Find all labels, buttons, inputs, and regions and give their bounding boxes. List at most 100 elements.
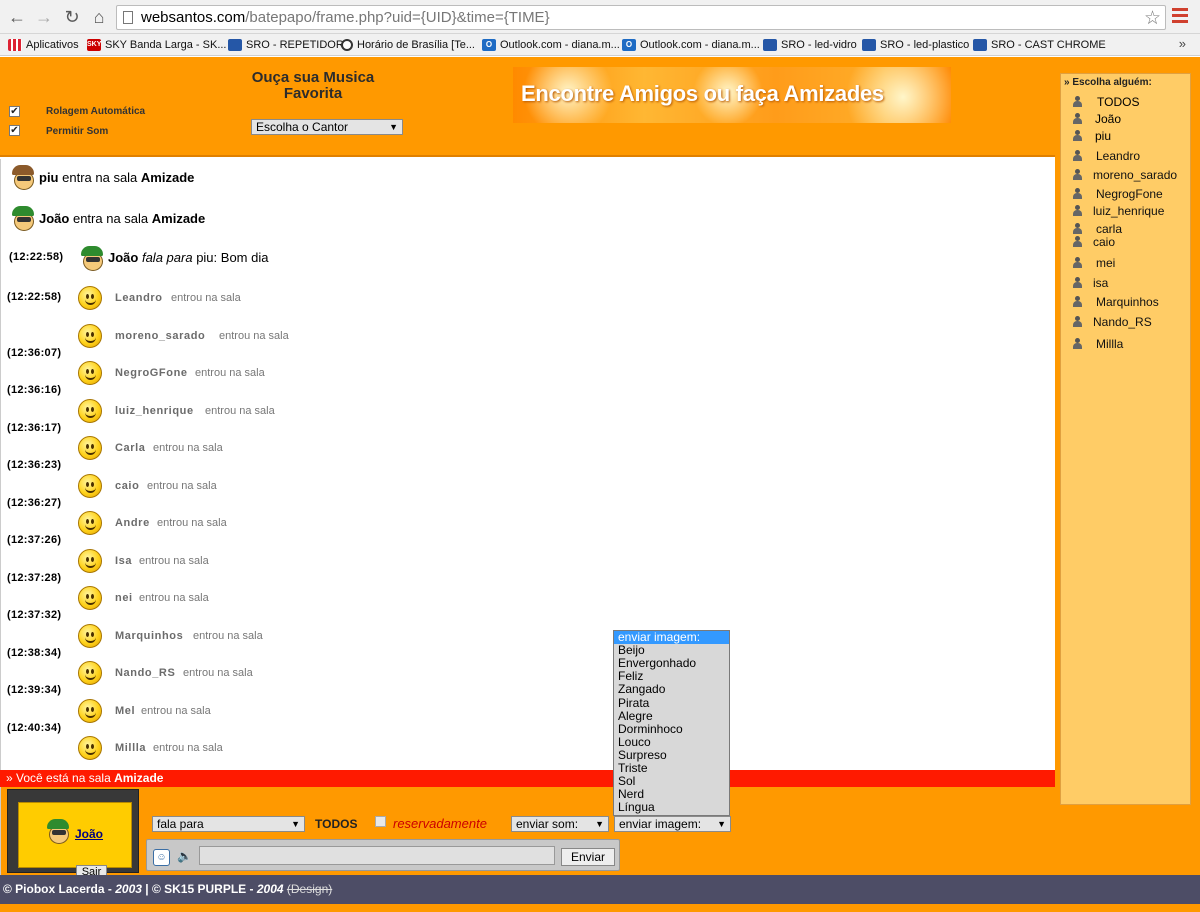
sidebar-user-item[interactable]: Marquinhos (1073, 295, 1191, 311)
image-option[interactable]: Nerd (614, 788, 729, 801)
sidebar-user-name: TODOS (1097, 95, 1140, 109)
sidebar-user-item[interactable]: caio (1073, 235, 1191, 251)
auto-scroll-label: Rolagem Automática (46, 106, 146, 117)
sidebar-user-item[interactable]: mei (1073, 256, 1191, 272)
entry-time: (12:38:34) (7, 646, 62, 659)
smiley-icon (78, 323, 102, 348)
sidebar-user-item[interactable]: moreno_sarado (1073, 168, 1191, 184)
entry-nick[interactable]: nei (115, 592, 133, 604)
bookmark-item[interactable]: SRO - led-plastico (862, 37, 969, 53)
image-option[interactable]: Beijo (614, 644, 729, 657)
bookmark-item[interactable]: SKY SKY Banda Larga - SK... (87, 37, 226, 53)
sidebar-user-item[interactable]: isa (1073, 276, 1191, 292)
bookmark-item[interactable]: O Outlook.com - diana.m... (622, 37, 760, 53)
entry-nick[interactable]: Isa (115, 555, 132, 567)
bookmark-item[interactable]: Aplicativos (8, 37, 79, 53)
sidebar-user-name: moreno_sarado (1093, 168, 1178, 182)
image-option[interactable]: Louco (614, 735, 729, 749)
speech-type-select[interactable]: fala para ▼ (152, 816, 305, 832)
speaker-icon[interactable]: 🔈 (177, 849, 192, 863)
entry-nick[interactable]: luiz_henrique (115, 405, 194, 417)
entry-text: entrou na sala (153, 742, 223, 754)
address-bar[interactable]: websantos.com/batepapo/frame.php?uid={UI… (116, 5, 1166, 30)
entry-nick[interactable]: moreno_sarado (115, 330, 205, 342)
sound-select[interactable]: enviar som: ▼ (511, 816, 609, 832)
image-option[interactable]: Envergonhado (614, 657, 729, 670)
home-icon[interactable]: ⌂ (88, 6, 110, 28)
image-option[interactable]: Triste (614, 762, 729, 775)
private-checkbox[interactable] (375, 816, 386, 827)
sidebar-user-item[interactable]: NegrogFone (1073, 187, 1191, 203)
allow-sound-checkbox[interactable]: ✔ (9, 125, 20, 136)
forward-arrow-icon[interactable]: → (33, 6, 55, 28)
image-option[interactable]: Língua (614, 801, 729, 814)
image-option[interactable]: Surpreso (614, 748, 729, 762)
entry-nick[interactable]: Marquinhos (115, 630, 183, 642)
sidebar-user-item[interactable]: piu (1073, 129, 1191, 145)
image-option[interactable]: Zangado (614, 683, 729, 696)
emoji-icon[interactable]: ☺ (153, 849, 170, 866)
entry-nick[interactable]: Carla (115, 442, 146, 454)
allow-sound-label: Permitir Som (46, 126, 109, 137)
entry-text: entrou na sala (193, 629, 263, 642)
image-option[interactable]: enviar imagem: (614, 631, 729, 644)
smiley-icon (78, 286, 102, 310)
entry-nick[interactable]: Andre (115, 517, 150, 529)
entry-nick[interactable]: Mel (115, 705, 135, 717)
user-icon (1073, 257, 1082, 268)
entry-nick[interactable]: Leandro (115, 292, 163, 304)
sidebar-user-item[interactable]: TODOS (1073, 95, 1191, 111)
singer-select[interactable]: Escolha o Cantor ▼ (251, 119, 403, 135)
current-user-name[interactable]: João (75, 827, 103, 841)
bookmark-item[interactable]: SRO - REPETIDOR (228, 37, 344, 53)
bookmark-item[interactable]: SRO - CAST CHROME (973, 37, 1106, 53)
reload-icon[interactable]: ↻ (61, 6, 83, 28)
apps-grid-icon (8, 39, 22, 51)
chat-message-line: (12:22:58) João fala para piu: Bom dia (1, 245, 401, 273)
sro-icon (763, 39, 777, 51)
entry-nick[interactable]: caio (115, 480, 139, 492)
sidebar-user-item[interactable]: Millla (1073, 337, 1191, 353)
image-option[interactable]: Sol (614, 775, 729, 788)
image-option[interactable]: Dorminhoco (614, 722, 729, 736)
join-room: Amizade (140, 170, 195, 185)
sidebar-user-item[interactable]: Nando_RS (1073, 315, 1191, 331)
auto-scroll-checkbox[interactable]: ✔ (9, 106, 20, 117)
image-select[interactable]: enviar imagem: ▼ (614, 816, 731, 832)
sidebar-user-item[interactable]: Leandro (1073, 149, 1191, 165)
join-text: entra na sala (72, 211, 149, 226)
bookmarks-bar: Aplicativos SKY SKY Banda Larga - SK... SRO… (0, 34, 1200, 56)
send-button[interactable]: Enviar (561, 848, 615, 866)
entry-nick[interactable]: Nando_RS (115, 667, 175, 679)
message-from[interactable]: João (108, 250, 138, 265)
entry-text: entrou na sala (183, 667, 253, 679)
image-dropdown-list: enviar imagem: Beijo Envergonhado Feliz Zang… (613, 630, 730, 816)
entry-text: entrou na sala (147, 479, 217, 492)
dropdown-arrow-icon: ▼ (595, 819, 604, 829)
footer-credit-2: | © SK15 PURPLE - (145, 882, 254, 896)
join-nick[interactable]: João (39, 211, 69, 226)
bookmarks-more-icon[interactable]: » (1179, 36, 1186, 51)
chat-entry-line: (12:36:27) caio entrou na sala (1, 473, 401, 509)
back-arrow-icon[interactable]: ← (6, 6, 28, 28)
bookmark-item[interactable]: SRO - led-vidro (763, 37, 857, 53)
sidebar-user-item[interactable]: luiz_henrique (1073, 204, 1191, 220)
bookmark-star-icon[interactable]: ☆ (1144, 7, 1161, 30)
bookmark-item[interactable]: Horário de Brasília [Te... (341, 37, 475, 53)
image-option[interactable]: Feliz (614, 670, 729, 683)
join-room: Amizade (151, 211, 206, 226)
banner-ad[interactable]: Encontre Amigos ou faça Amizades (513, 67, 951, 123)
browser-menu-icon[interactable] (1172, 6, 1188, 26)
join-nick[interactable]: piu (39, 170, 59, 185)
entry-nick[interactable]: NegroGFone (115, 367, 188, 379)
image-option[interactable]: Pirata (614, 696, 729, 710)
message-input[interactable] (199, 846, 555, 865)
entry-nick[interactable]: Millla (115, 742, 146, 754)
bookmark-item[interactable]: O Outlook.com - diana.m... (482, 37, 620, 53)
message-verb: fala para (141, 250, 193, 265)
entry-time: (12:37:26) (7, 534, 62, 546)
sidebar-user-item[interactable]: João (1073, 112, 1191, 128)
image-option[interactable]: Alegre (614, 709, 729, 723)
entry-text: entrou na sala (153, 442, 223, 454)
message-to[interactable]: piu: (196, 250, 217, 265)
